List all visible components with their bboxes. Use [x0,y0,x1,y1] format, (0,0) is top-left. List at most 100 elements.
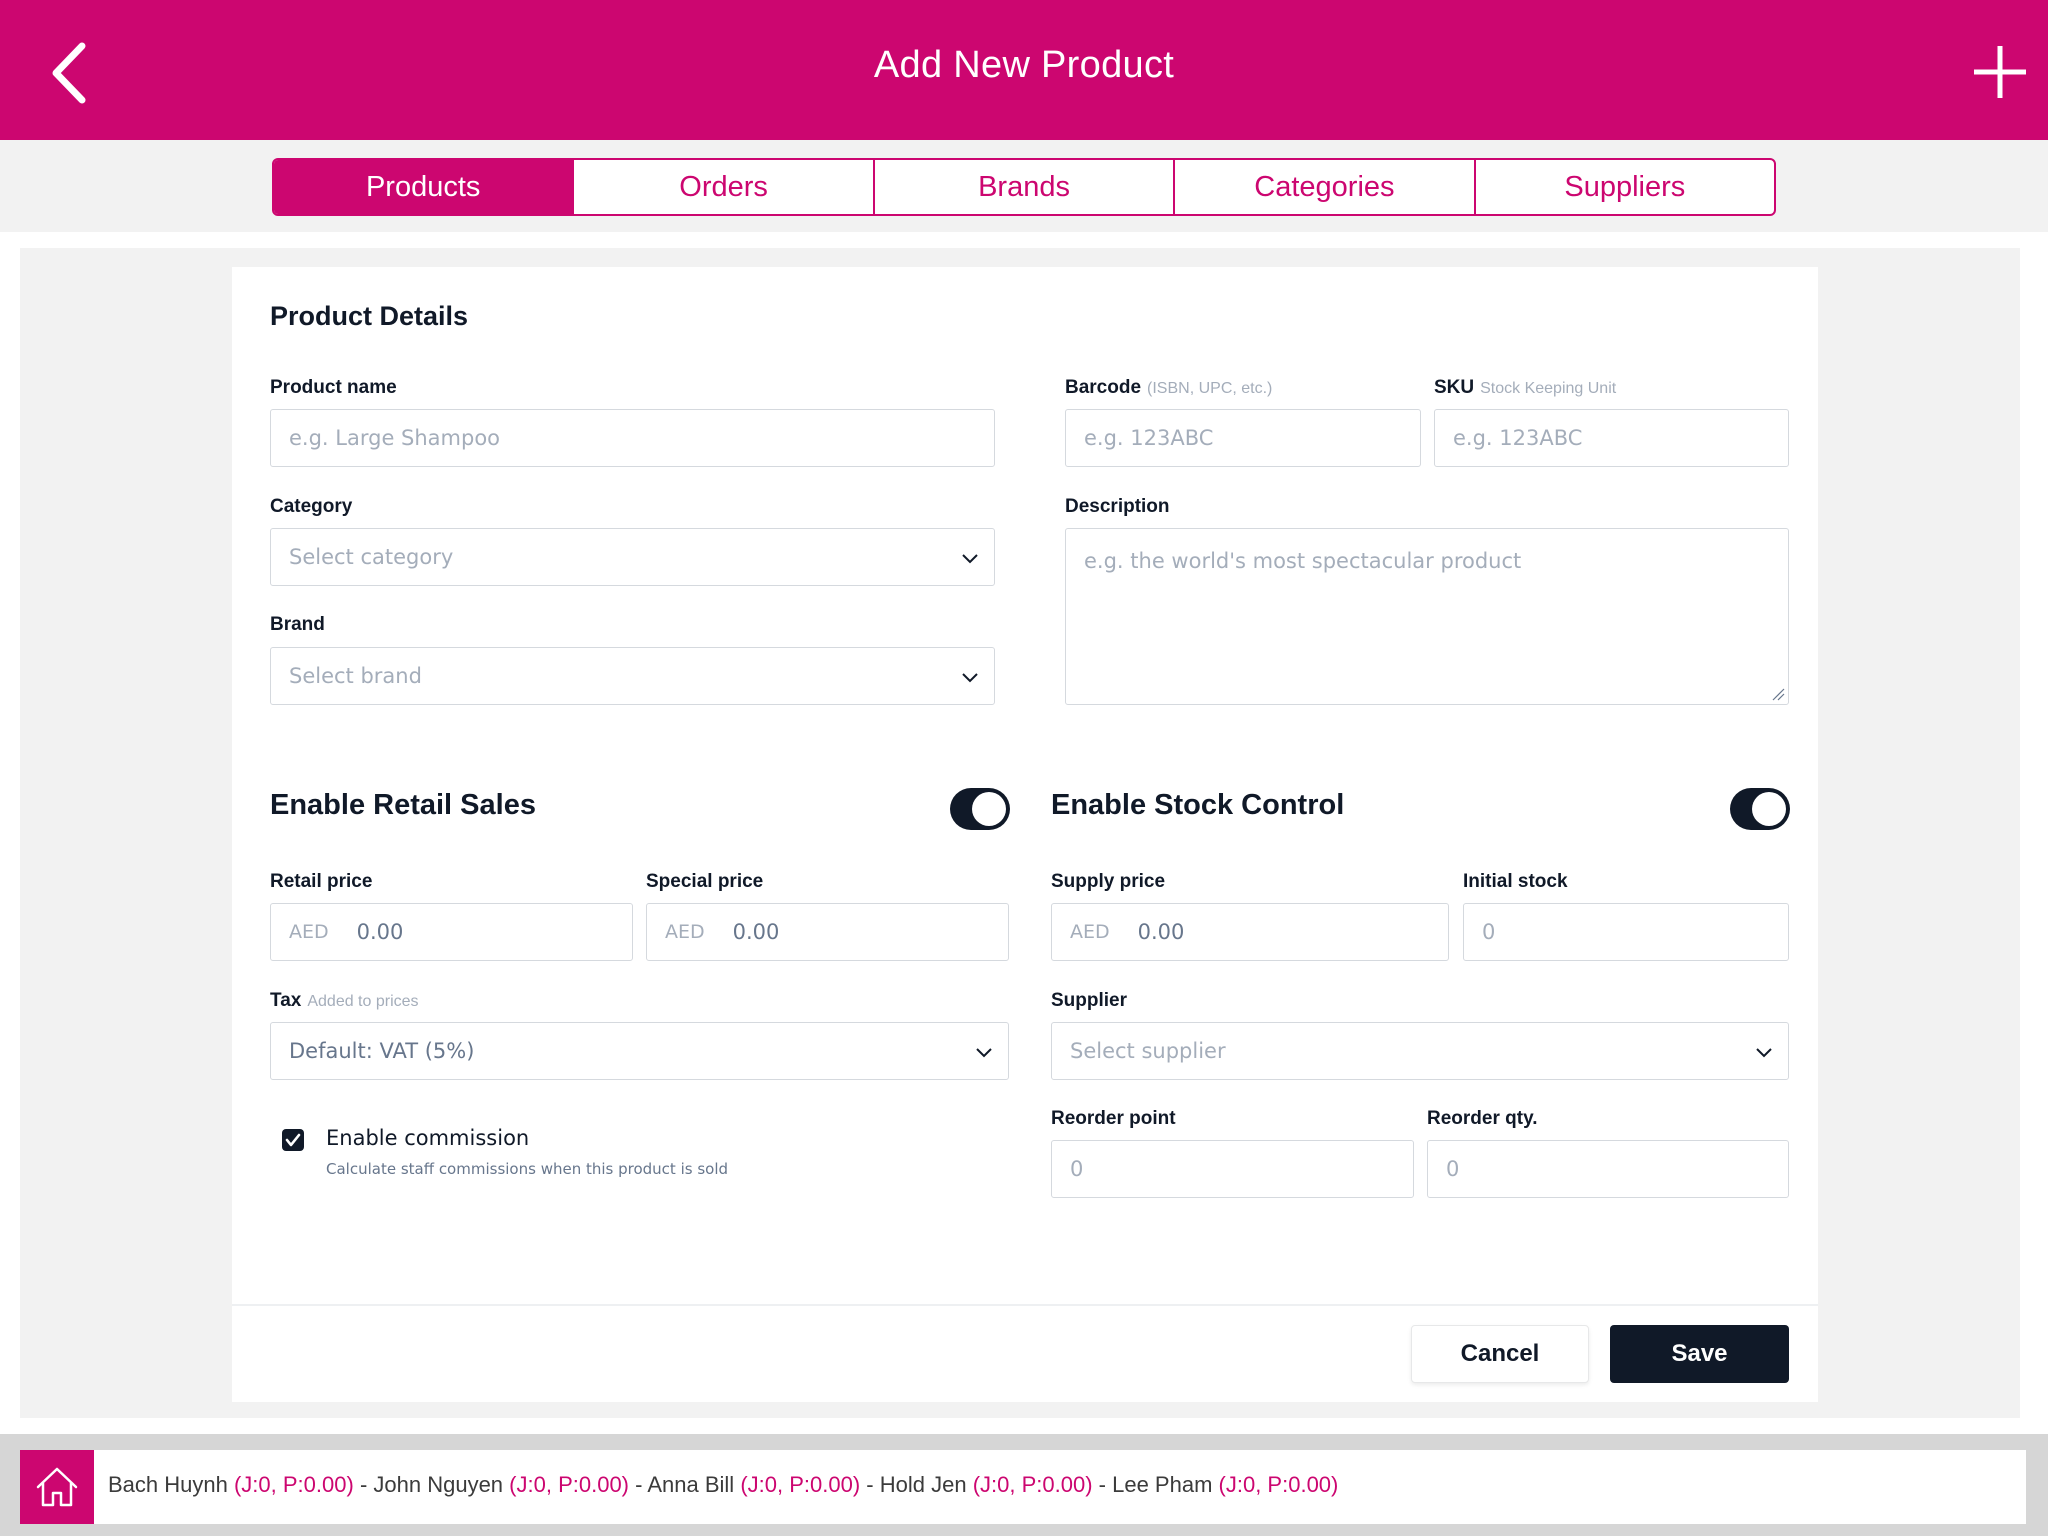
tab-products[interactable]: Products [274,160,575,214]
chevron-down-icon [962,673,978,683]
sku-placeholder: e.g. 123ABC [1453,426,1583,450]
staff-separator: - [1092,1472,1113,1497]
product-details-title: Product Details [270,301,469,331]
initial-stock-input[interactable]: 0 [1463,903,1789,961]
supply-price-label: Supply price [1051,871,1166,892]
staff-list: Bach Huynh (J:0, P:0.00) - John Nguyen (… [108,1472,1338,1498]
cancel-button[interactable]: Cancel [1411,1325,1589,1383]
chevron-down-icon [976,1048,992,1058]
resize-grip-icon[interactable] [1771,687,1785,701]
home-button[interactable] [20,1450,94,1524]
staff-separator: - [629,1472,648,1497]
description-placeholder: e.g. the world's most spectacular produc… [1084,549,1522,573]
reorder-point-input[interactable]: 0 [1051,1140,1414,1198]
plus-icon [1974,46,2026,98]
reorder-qty-input[interactable]: 0 [1427,1140,1789,1198]
staff-stats: (J:0, P:0.00) [740,1472,861,1497]
retail-price-label: Retail price [270,871,373,892]
brand-label: Brand [270,614,325,635]
tab-orders[interactable]: Orders [574,160,875,214]
staff-name[interactable]: Bach Huynh [108,1472,228,1497]
category-placeholder: Select category [289,545,454,569]
description-textarea[interactable]: e.g. the world's most spectacular produc… [1065,528,1789,705]
stock-control-toggle[interactable] [1730,788,1790,830]
barcode-placeholder: e.g. 123ABC [1084,426,1214,450]
staff-separator: - [353,1472,374,1497]
tab-categories[interactable]: Categories [1175,160,1476,214]
reorder-point-label: Reorder point [1051,1108,1176,1129]
reorder-qty-label: Reorder qty. [1427,1108,1538,1129]
brand-select[interactable]: Select brand [270,647,995,705]
category-label: Category [270,496,353,517]
reorder-point-value: 0 [1070,1157,1084,1181]
currency-prefix: AED [1070,921,1110,943]
special-price-value: 0.00 [732,920,780,944]
chevron-down-icon [962,554,978,564]
commission-description: Calculate staff commissions when this pr… [326,1160,729,1178]
app-header: Add New Product [0,0,2048,140]
tax-label-text: Tax [270,990,302,1011]
tab-brands[interactable]: Brands [875,160,1176,214]
special-price-input[interactable]: AED 0.00 [646,903,1009,961]
retail-sales-toggle[interactable] [950,788,1010,830]
staff-separator: - [860,1472,880,1497]
staff-stats: (J:0, P:0.00) [509,1472,630,1497]
home-icon [36,1467,78,1507]
tax-hint: Added to prices [307,993,419,1010]
commission-checkbox[interactable] [282,1129,304,1151]
sku-label: SKU Stock Keeping Unit [1434,377,1616,399]
retail-price-value: 0.00 [356,920,404,944]
tax-select[interactable]: Default: VAT (5%) [270,1022,1009,1080]
sku-input[interactable]: e.g. 123ABC [1434,409,1789,467]
stock-control-title: Enable Stock Control [1051,789,1345,821]
category-select[interactable]: Select category [270,528,995,586]
product-name-label: Product name [270,377,397,398]
supplier-label: Supplier [1051,990,1128,1011]
tab-group: Products Orders Brands Categories Suppli… [272,158,1776,216]
staff-status-panel: Bach Huynh (J:0, P:0.00) - John Nguyen (… [20,1450,2026,1524]
toggle-knob [1752,792,1786,826]
reorder-qty-value: 0 [1446,1157,1460,1181]
product-name-placeholder: e.g. Large Shampoo [289,426,501,450]
product-form-card: Product Details Product name e.g. Large … [232,267,1818,1402]
barcode-label-text: Barcode [1065,377,1142,398]
toggle-knob [972,792,1006,826]
checkmark-icon [285,1133,301,1147]
add-button[interactable] [1972,44,2028,100]
barcode-hint: (ISBN, UPC, etc.) [1147,380,1273,397]
sku-label-text: SKU [1434,377,1475,398]
retail-price-input[interactable]: AED 0.00 [270,903,633,961]
tax-label: Tax Added to prices [270,990,419,1012]
initial-stock-value: 0 [1482,920,1496,944]
page-title: Add New Product [873,44,1175,86]
staff-stats: (J:0, P:0.00) [233,1472,354,1497]
staff-stats: (J:0, P:0.00) [1218,1472,1339,1497]
commission-label: Enable commission [326,1126,530,1150]
supplier-select[interactable]: Select supplier [1051,1022,1789,1080]
tax-value: Default: VAT (5%) [289,1039,475,1063]
supply-price-value: 0.00 [1137,920,1185,944]
staff-name[interactable]: Lee Pham [1112,1472,1212,1497]
description-label: Description [1065,496,1170,517]
chevron-down-icon [1756,1048,1772,1058]
tab-bar: Products Orders Brands Categories Suppli… [0,140,2048,232]
brand-placeholder: Select brand [289,664,422,688]
currency-prefix: AED [665,921,705,943]
retail-sales-title: Enable Retail Sales [270,789,536,821]
form-footer-divider [232,1304,1818,1306]
product-name-input[interactable]: e.g. Large Shampoo [270,409,995,467]
supplier-placeholder: Select supplier [1070,1039,1226,1063]
barcode-label: Barcode (ISBN, UPC, etc.) [1065,377,1272,399]
main-area: Product Details Product name e.g. Large … [20,248,2020,1418]
staff-name[interactable]: Anna Bill [647,1472,734,1497]
supply-price-input[interactable]: AED 0.00 [1051,903,1449,961]
initial-stock-label: Initial stock [1463,871,1568,892]
save-button[interactable]: Save [1610,1325,1789,1383]
sku-hint: Stock Keeping Unit [1480,380,1617,397]
special-price-label: Special price [646,871,764,892]
staff-name[interactable]: Hold Jen [880,1472,967,1497]
staff-name[interactable]: John Nguyen [373,1472,503,1497]
staff-status-bar: Bach Huynh (J:0, P:0.00) - John Nguyen (… [0,1434,2048,1536]
barcode-input[interactable]: e.g. 123ABC [1065,409,1421,467]
tab-suppliers[interactable]: Suppliers [1476,160,1774,214]
